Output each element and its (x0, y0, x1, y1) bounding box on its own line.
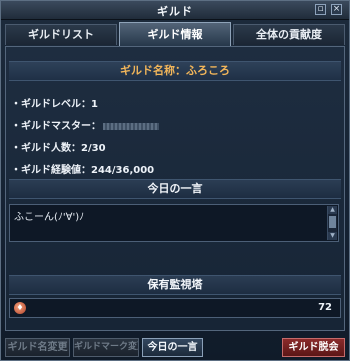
tower-count: 72 (318, 302, 332, 313)
guild-name-label: ギルド名称： (120, 64, 186, 77)
scroll-up-icon[interactable]: ▲ (328, 206, 337, 214)
guild-level-value: 1 (91, 99, 98, 110)
rename-guild-button[interactable]: ギルド名変更 (5, 338, 70, 357)
message-header: 今日の一言 (9, 179, 341, 199)
window-title: ギルド (157, 5, 193, 18)
guild-level-row: ・ギルドレベル：1 (11, 95, 98, 110)
guild-master-redacted (103, 122, 159, 130)
close-icon[interactable]: × (331, 4, 342, 15)
tower-header: 保有監視塔 (9, 275, 341, 295)
minimize-icon[interactable]: ▫ (315, 4, 326, 15)
guild-name-bar: ギルド名称：ふろころ (9, 61, 341, 81)
guild-members-row: ・ギルド人数：2/30 (11, 139, 106, 154)
guild-exp-row: ・ギルド経験値：244/36,000 (11, 161, 154, 176)
guild-info-panel: ギルド名称：ふろころ ・ギルドレベル：1 ・ギルドマスター： ・ギルド人数：2/… (5, 46, 345, 331)
daily-message-button[interactable]: 今日の一言 (142, 338, 203, 357)
scroll-thumb[interactable] (329, 216, 336, 228)
tab-guild-list[interactable]: ギルドリスト (5, 24, 117, 45)
guild-exp-value: 244/36,000 (91, 165, 155, 176)
guild-members-label: ・ギルド人数： (11, 143, 81, 154)
guild-name-value: ふろころ (186, 64, 230, 77)
guild-master-row: ・ギルドマスター： (11, 117, 159, 132)
message-box[interactable]: ふこーん(ﾉ'∀')ﾉ ▲ ▼ (9, 204, 339, 242)
title-bar[interactable]: ギルド ▫ × (1, 1, 349, 20)
tab-bar: ギルドリスト ギルド情報 全体の貢献度 (5, 22, 345, 46)
change-guild-mark-button[interactable]: ギルドマーク変更 (73, 338, 139, 357)
guild-level-label: ・ギルドレベル： (11, 99, 91, 110)
message-text: ふこーん(ﾉ'∀')ﾉ (14, 212, 85, 223)
guild-exp-label: ・ギルド経験値： (11, 165, 91, 176)
guild-members-value: 2/30 (81, 143, 106, 154)
tower-row: ♦ 72 (9, 298, 341, 318)
leave-guild-button[interactable]: ギルド脱会 (282, 338, 345, 357)
guild-master-label: ・ギルドマスター： (11, 121, 101, 132)
tab-total-contribution[interactable]: 全体の貢献度 (233, 24, 345, 45)
message-scrollbar[interactable]: ▲ ▼ (327, 206, 337, 240)
tab-guild-info[interactable]: ギルド情報 (119, 22, 231, 46)
guild-window: ギルド ▫ × ギルドリスト ギルド情報 全体の貢献度 ギルド名称：ふろころ ・… (0, 0, 350, 361)
scroll-down-icon[interactable]: ▼ (328, 232, 337, 240)
tower-icon: ♦ (14, 302, 26, 314)
